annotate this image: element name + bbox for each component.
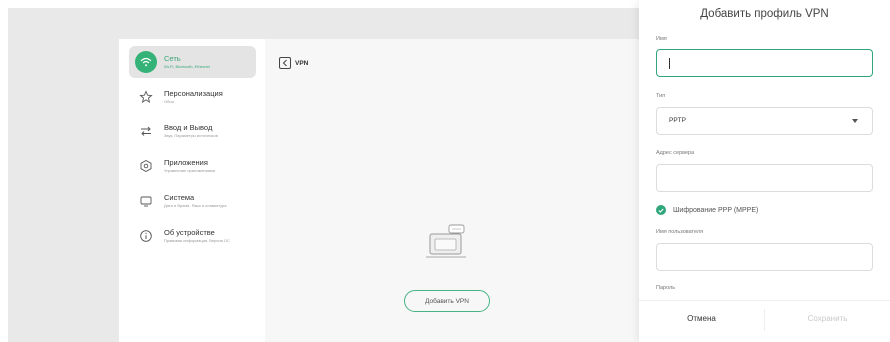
server-address-label: Адрес сервера — [656, 150, 695, 156]
sidebar-item-sublabel: Wi-Fi, Bluetooth, Ethernet — [164, 63, 210, 69]
sidebar-item-sublabel: Дата и Время, Язык и клавиатура — [164, 202, 227, 208]
sidebar-item-system[interactable]: Система Дата и Время, Язык и клавиатура — [129, 185, 256, 217]
sidebar-item-label: Сеть — [164, 54, 181, 63]
cancel-button[interactable]: Отмена — [639, 301, 764, 335]
mppe-encryption-label: Шифрование PPP (MPPE) — [673, 206, 759, 214]
arrows-icon — [135, 120, 157, 142]
breadcrumb: VPN — [279, 57, 308, 69]
server-address-field[interactable] — [656, 164, 873, 192]
back-button[interactable] — [279, 57, 291, 69]
caret-down-icon — [852, 119, 858, 123]
mppe-encryption-toggle[interactable]: Шифрование PPP (MPPE) — [656, 205, 758, 215]
password-label: Пароль — [656, 285, 676, 291]
apps-icon — [135, 155, 157, 177]
add-vpn-button[interactable]: Добавить VPN — [404, 290, 490, 312]
chevron-left-icon — [282, 59, 287, 67]
type-label: Тип — [656, 93, 666, 99]
settings-sidebar: Сеть Wi-Fi, Bluetooth, Ethernet Персонал… — [119, 39, 265, 342]
sidebar-item-apps[interactable]: Приложения Управление приложениями — [129, 150, 256, 182]
check-icon — [656, 205, 666, 215]
dialog-title: Добавить профиль VPN — [700, 8, 829, 20]
username-field[interactable] — [656, 243, 873, 271]
name-field[interactable] — [656, 49, 873, 77]
save-button[interactable]: Сохранить — [765, 301, 890, 335]
sidebar-item-label: Персонализация — [164, 89, 223, 98]
sidebar-item-sublabel: Управление приложениями — [164, 167, 216, 173]
empty-vpn-illustration-icon — [426, 224, 466, 258]
sidebar-item-about[interactable]: Об устройстве Правовая информация, Верси… — [129, 220, 256, 252]
vpn-panel: VPN Добавить VPN — [265, 39, 701, 342]
sidebar-item-sublabel: Обои — [164, 98, 174, 104]
sidebar-item-label: Об устройстве — [164, 228, 215, 237]
sidebar-item-label: Система — [164, 193, 195, 202]
type-select[interactable]: PPTP — [656, 107, 873, 135]
dialog-footer: Отмена Сохранить — [639, 300, 890, 342]
sidebar-item-network[interactable]: Сеть Wi-Fi, Bluetooth, Ethernet — [129, 46, 256, 78]
sidebar-item-sublabel: Звук, Параметры источников — [164, 132, 218, 138]
type-select-value: PPTP — [669, 117, 686, 124]
sidebar-item-personalization[interactable]: Персонализация Обои — [129, 81, 256, 113]
name-label: Имя — [656, 36, 667, 42]
wifi-icon — [135, 51, 157, 73]
info-icon — [135, 225, 157, 247]
star-icon — [135, 86, 157, 108]
page-title: VPN — [295, 59, 309, 67]
sidebar-item-label: Приложения — [164, 158, 208, 167]
text-caret — [669, 58, 670, 69]
sidebar-item-input-output[interactable]: Ввод и Вывод Звук, Параметры источников — [129, 115, 256, 147]
add-vpn-profile-dialog: Добавить профиль VPN Имя Тип PPTP Адрес … — [639, 0, 890, 342]
sidebar-item-sublabel: Правовая информация, Версия ОС — [164, 237, 230, 243]
sidebar-item-label: Ввод и Вывод — [164, 123, 213, 132]
settings-window: Сеть Wi-Fi, Bluetooth, Ethernet Персонал… — [119, 39, 701, 342]
username-label: Имя пользователя — [656, 229, 704, 235]
monitor-icon — [135, 190, 157, 212]
